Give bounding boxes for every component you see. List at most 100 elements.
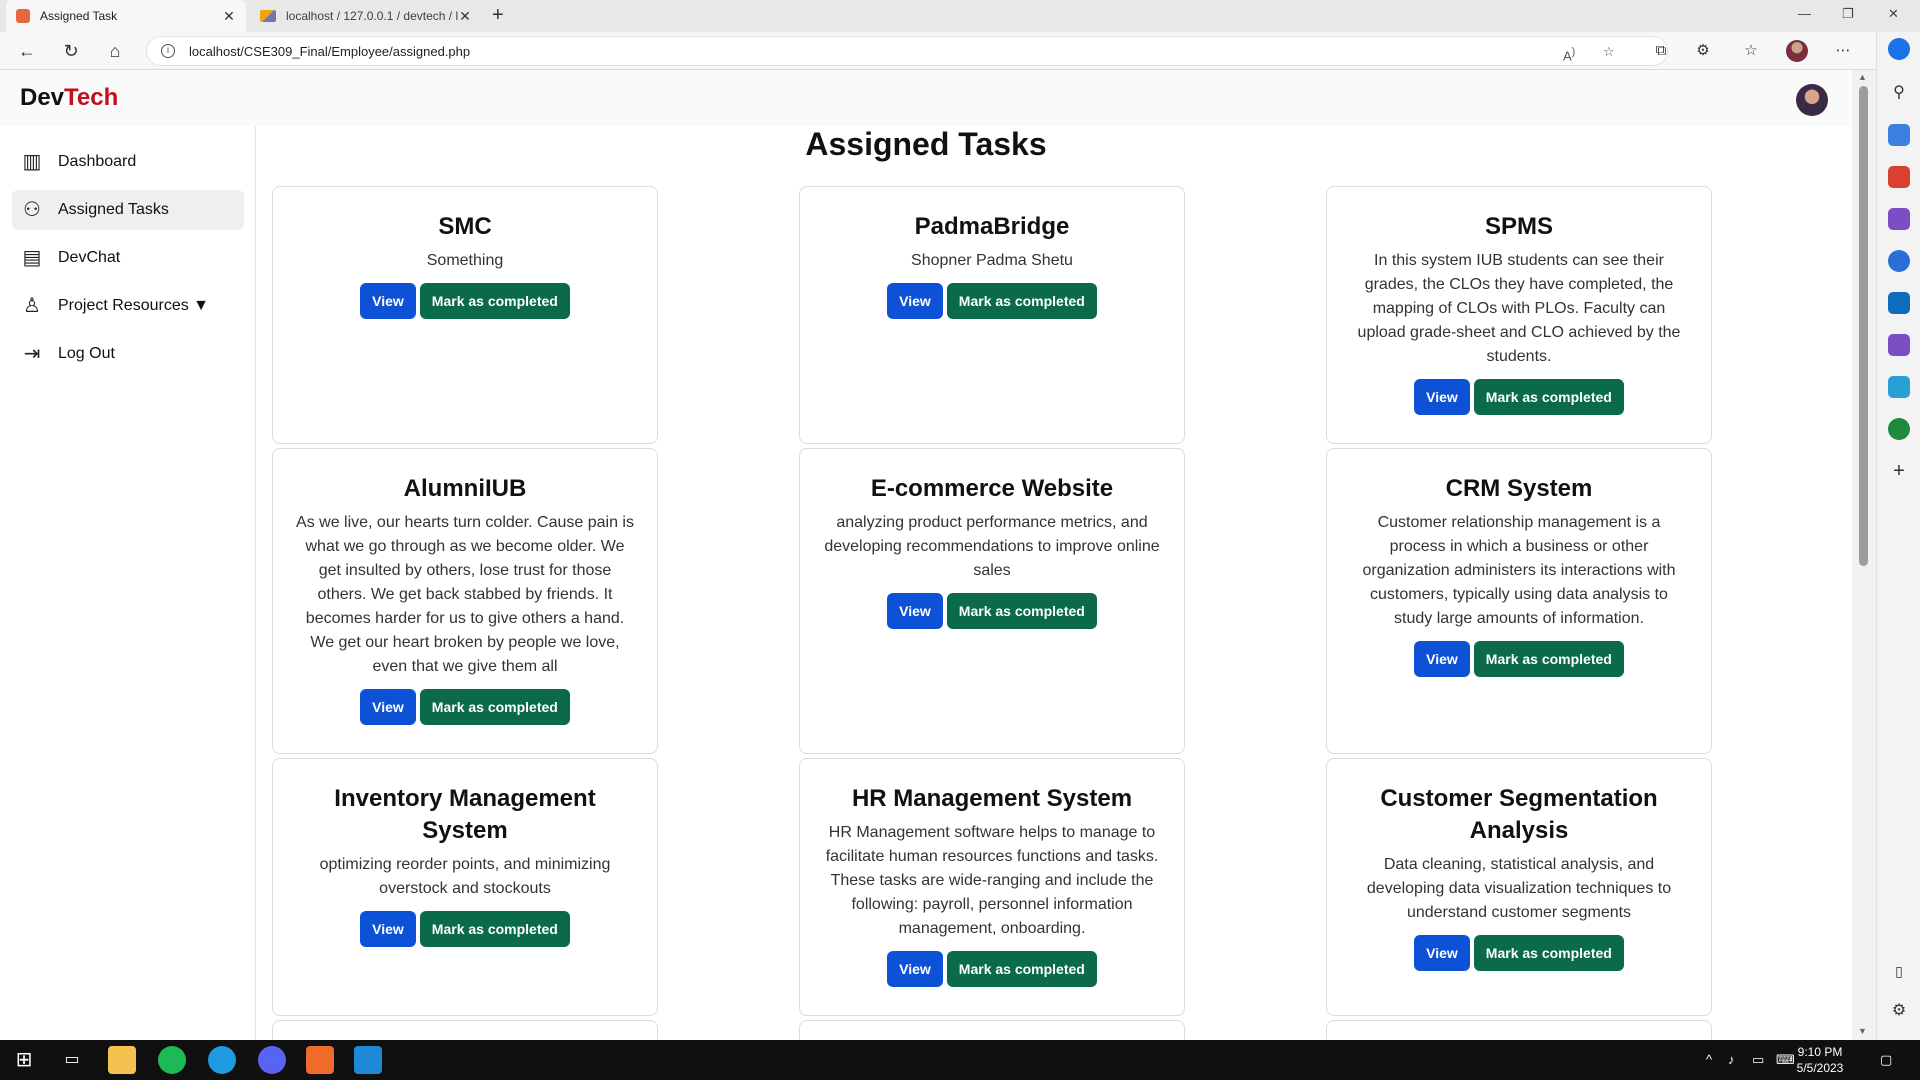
view-button[interactable]: View — [887, 283, 943, 319]
tab-phpmyadmin[interactable]: localhost / 127.0.0.1 / devtech / l ✕ — [250, 0, 482, 32]
minimize-icon[interactable]: — — [1798, 6, 1811, 21]
page-title: Assigned Tasks — [805, 126, 1047, 162]
sidebar-item-label: DevChat — [58, 249, 121, 266]
browser-tab-bar: Assigned Task ✕ localhost / 127.0.0.1 / … — [0, 0, 1920, 32]
taskbar-clock[interactable]: 9:10 PM 5/5/2023 — [1790, 1044, 1850, 1076]
mark-completed-button[interactable]: Mark as completed — [419, 283, 570, 319]
add-favorite-icon[interactable]: ☆ — [1603, 37, 1615, 67]
address-bar[interactable]: i localhost/CSE309_Final/Employee/assign… — [146, 36, 1668, 66]
view-button[interactable]: View — [360, 911, 416, 947]
office-icon[interactable] — [1888, 250, 1910, 272]
drop-icon[interactable] — [1888, 376, 1910, 398]
mark-completed-button[interactable]: Mark as completed — [1473, 379, 1624, 415]
tab-assigned-task[interactable]: Assigned Task ✕ — [6, 0, 246, 32]
games-icon[interactable] — [1888, 208, 1910, 230]
tray-chevron-icon[interactable]: ^ — [1706, 1052, 1712, 1067]
back-icon[interactable]: ← — [14, 39, 40, 63]
add-icon[interactable]: + — [1888, 460, 1910, 482]
brand-part1: Dev — [20, 84, 65, 111]
outlook-icon[interactable] — [1888, 292, 1910, 314]
edge-icon[interactable] — [208, 1046, 236, 1074]
user-avatar[interactable] — [1796, 84, 1828, 116]
task-title: SPMS — [1484, 213, 1553, 240]
scroll-down-icon[interactable]: ▼ — [1858, 1026, 1867, 1036]
view-button[interactable]: View — [360, 283, 416, 319]
sidebar: ▥ Dashboard ⚇ Assigned Tasks ▤ DevChat ♙… — [0, 126, 256, 1040]
view-button[interactable]: View — [1414, 379, 1470, 415]
view-button[interactable]: View — [1414, 641, 1470, 677]
dashboard-icon: ▥ — [22, 151, 42, 173]
sidebar-item-project-resources[interactable]: ♙ Project Resources ▼ — [12, 286, 244, 326]
view-button[interactable]: View — [887, 593, 943, 629]
profile-icon[interactable] — [1786, 40, 1808, 62]
view-button[interactable]: View — [887, 951, 943, 987]
shopping-icon[interactable] — [1888, 124, 1910, 146]
sidebar-item-label: Project Resources ▼ — [58, 297, 209, 314]
url-text: localhost/CSE309_Final/Employee/assigned… — [189, 43, 471, 59]
sidebar-item-devchat[interactable]: ▤ DevChat — [12, 238, 244, 278]
task-description: Customer relationship management is a pr… — [1362, 514, 1676, 627]
sidebar-item-dashboard[interactable]: ▥ Dashboard — [12, 142, 244, 182]
designer-icon[interactable] — [1888, 334, 1910, 356]
app-header: DevTech — [0, 70, 1852, 126]
brand-logo[interactable]: DevTech — [20, 84, 118, 112]
info-icon[interactable]: i — [161, 44, 175, 58]
task-card: AlumniIUB As we live, our hearts turn co… — [272, 448, 658, 754]
sidebar-toggle-icon[interactable]: ▯ — [1888, 960, 1910, 982]
settings-icon[interactable]: ⚙ — [1888, 1000, 1910, 1022]
main-content: Assigned Tasks SMC Something View Mark a… — [256, 126, 1852, 1040]
task-title: HR Management System — [851, 785, 1133, 812]
favorites-icon[interactable]: ☆ — [1740, 40, 1762, 62]
refresh-icon[interactable]: ↻ — [58, 39, 84, 63]
task-card: Customer Segmentation Analysis Data clea… — [1326, 758, 1712, 1016]
task-card — [272, 1020, 658, 1040]
task-view-icon[interactable]: ▭ — [58, 1046, 86, 1074]
sidebar-item-label: Assigned Tasks — [58, 201, 169, 218]
notifications-icon[interactable]: ▢ — [1880, 1052, 1892, 1068]
windows-start-icon[interactable]: ⊞ — [10, 1046, 38, 1074]
file-explorer-icon[interactable] — [108, 1046, 136, 1074]
read-aloud-icon[interactable]: A) — [1563, 37, 1575, 71]
collections-icon[interactable]: ⧉ — [1650, 40, 1672, 62]
scroll-up-icon[interactable]: ▲ — [1858, 72, 1867, 82]
mark-completed-button[interactable]: Mark as completed — [419, 911, 570, 947]
close-icon[interactable]: ✕ — [458, 8, 472, 25]
bing-chat-icon[interactable] — [1888, 38, 1910, 60]
xampp-icon[interactable] — [306, 1046, 334, 1074]
mark-completed-button[interactable]: Mark as completed — [946, 593, 1097, 629]
more-options-icon[interactable]: ⋯ — [1832, 40, 1854, 62]
home-icon[interactable]: ⌂ — [102, 39, 128, 63]
tools-icon[interactable] — [1888, 166, 1910, 188]
search-icon[interactable]: ⚲ — [1888, 82, 1910, 104]
mark-completed-button[interactable]: Mark as completed — [419, 689, 570, 725]
mark-completed-button[interactable]: Mark as completed — [946, 951, 1097, 987]
volume-icon[interactable]: ♪ — [1728, 1052, 1735, 1067]
tree-icon[interactable] — [1888, 418, 1910, 440]
network-icon[interactable]: ▭ — [1752, 1052, 1764, 1068]
vscode-icon[interactable] — [354, 1046, 382, 1074]
mark-completed-button[interactable]: Mark as completed — [1473, 641, 1624, 677]
restore-icon[interactable]: ❐ — [1842, 6, 1854, 22]
xampp-favicon-icon — [16, 9, 30, 23]
team-tasks-icon: ⚇ — [23, 199, 41, 221]
task-card: CRM System Customer relationship managem… — [1326, 448, 1712, 754]
task-card: SMC Something View Mark as completed — [272, 186, 658, 444]
extensions-icon[interactable]: ⚙ — [1692, 40, 1714, 62]
task-card: PadmaBridge Shopner Padma Shetu View Mar… — [799, 186, 1185, 444]
task-title: PadmaBridge — [914, 213, 1070, 240]
mark-completed-button[interactable]: Mark as completed — [946, 283, 1097, 319]
mark-completed-button[interactable]: Mark as completed — [1473, 935, 1624, 971]
task-title: Customer Segmentation Analysis — [1380, 785, 1658, 844]
close-window-icon[interactable]: ✕ — [1888, 6, 1899, 22]
sidebar-item-assigned-tasks[interactable]: ⚇ Assigned Tasks — [12, 190, 244, 230]
new-tab-icon[interactable]: + — [492, 4, 504, 27]
tab-title: localhost / 127.0.0.1 / devtech / l — [286, 9, 458, 23]
view-button[interactable]: View — [1414, 935, 1470, 971]
spotify-icon[interactable] — [158, 1046, 186, 1074]
close-icon[interactable]: ✕ — [222, 8, 236, 25]
sidebar-item-logout[interactable]: ⇥ Log Out — [12, 334, 244, 374]
scrollbar-thumb[interactable] — [1859, 86, 1868, 566]
view-button[interactable]: View — [360, 689, 416, 725]
discord-icon[interactable] — [258, 1046, 286, 1074]
page-scrollbar[interactable]: ▲ ▼ — [1852, 70, 1876, 1040]
